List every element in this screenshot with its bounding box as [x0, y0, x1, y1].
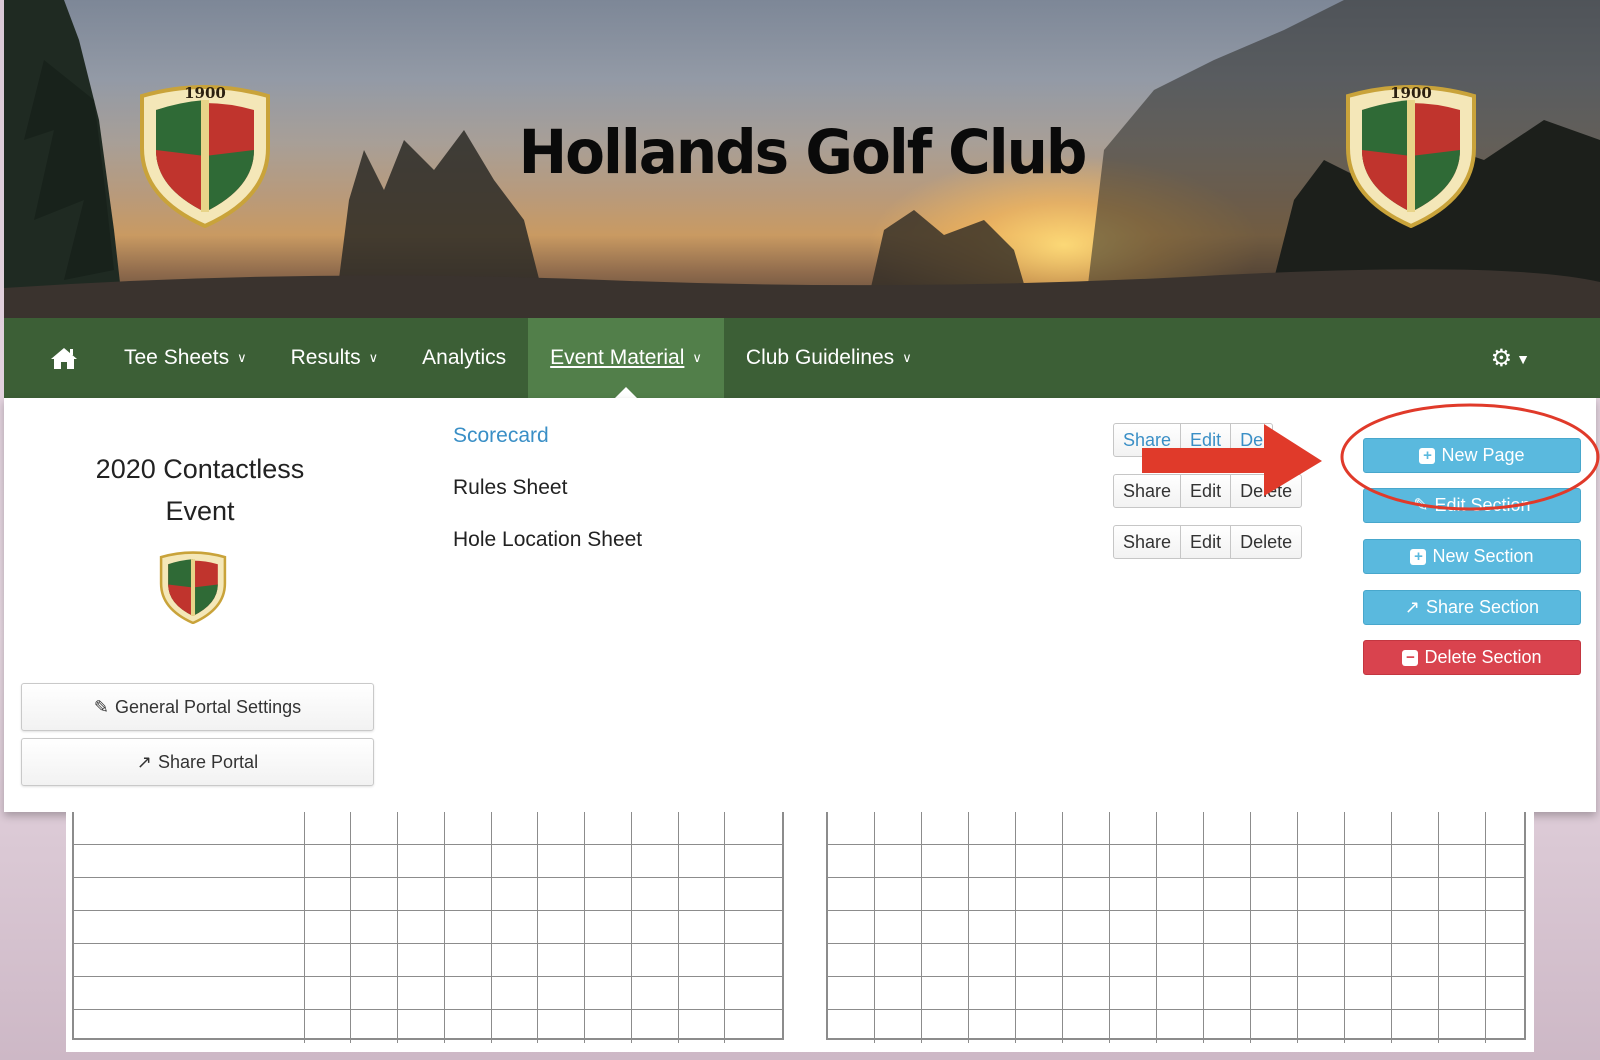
hills	[4, 269, 1600, 318]
chevron-down-icon: ∨	[237, 350, 247, 365]
new-section-button[interactable]: + New Section	[1363, 539, 1581, 574]
plus-square-icon: +	[1419, 447, 1436, 464]
edit-section-button[interactable]: ✎ Edit Section	[1363, 488, 1581, 523]
gears-icon: ⚙	[1490, 345, 1513, 372]
nav-club-guidelines[interactable]: Club Guidelines ∨	[724, 318, 934, 398]
chevron-down-icon: ∨	[692, 350, 702, 365]
button-label: Share Section	[1426, 597, 1540, 617]
header-banner: 1900 Hollands Golf Club 1900	[4, 0, 1600, 318]
share-page-button[interactable]: Share	[1114, 526, 1182, 558]
general-portal-settings-button[interactable]: ✎ General Portal Settings	[21, 683, 374, 731]
club-crest-right: 1900	[1346, 84, 1476, 228]
caret-down-icon: ▼	[1516, 350, 1530, 367]
main-navbar: Tee Sheets ∨ Results ∨ Analytics Event M…	[4, 318, 1600, 398]
page-link-scorecard[interactable]: Scorecard	[453, 424, 549, 448]
nav-label: Event Material	[550, 346, 685, 369]
nav-analytics[interactable]: Analytics	[400, 318, 528, 398]
nav-label: Results	[290, 346, 361, 369]
nav-label: Analytics	[422, 346, 507, 369]
chevron-down-icon: ∨	[368, 350, 379, 365]
share-section-button[interactable]: ↗ Share Section	[1363, 590, 1581, 625]
nav-label: Club Guidelines	[745, 346, 895, 369]
row-actions-scorecard: Share Edit De	[1113, 423, 1274, 457]
nav-event-material[interactable]: Event Material ∨	[528, 318, 724, 398]
event-material-panel: 2020 Contactless Event ✎ General Portal …	[4, 398, 1596, 812]
row-actions-hole-location-sheet: Share Edit Delete	[1113, 525, 1303, 559]
page-link-rules-sheet[interactable]: Rules Sheet	[453, 476, 567, 500]
delete-page-button[interactable]: Delete	[1231, 526, 1301, 558]
share-page-button[interactable]: Share	[1114, 475, 1182, 507]
page-link-hole-location-sheet[interactable]: Hole Location Sheet	[453, 528, 642, 552]
share-icon: ↗	[136, 751, 153, 772]
plus-square-icon: +	[1410, 548, 1427, 565]
edit-page-button[interactable]: Edit	[1181, 475, 1232, 507]
delete-page-button[interactable]: De	[1231, 424, 1272, 456]
share-portal-button[interactable]: ↗ Share Portal	[21, 738, 374, 786]
new-page-button[interactable]: + New Page	[1363, 438, 1581, 473]
svg-text:1900: 1900	[184, 84, 226, 102]
nav-tee-sheets[interactable]: Tee Sheets ∨	[102, 318, 269, 398]
button-label: New Section	[1432, 546, 1534, 566]
home-icon	[51, 348, 77, 369]
button-label: Share Portal	[158, 751, 259, 772]
settings-menu[interactable]: ⚙ ▼	[1491, 344, 1530, 373]
scorecard-preview	[66, 812, 1534, 1052]
edit-page-button[interactable]: Edit	[1181, 526, 1232, 558]
scorecard-grid-front	[72, 812, 784, 1043]
scorecard-grid-back	[826, 812, 1526, 1043]
edit-page-button[interactable]: Edit	[1181, 424, 1232, 456]
row-actions-rules-sheet: Share Edit Delete	[1113, 474, 1303, 508]
portal-title: 2020 Contactless Event	[95, 454, 305, 526]
nav-home[interactable]	[4, 318, 102, 398]
chevron-down-icon: ∨	[902, 350, 912, 365]
delete-section-button[interactable]: − Delete Section	[1363, 640, 1581, 675]
svg-text:1900: 1900	[1390, 84, 1432, 102]
share-icon: ↗	[1404, 597, 1420, 617]
nav-label: Tee Sheets	[124, 346, 230, 369]
edit-icon: ✎	[1413, 495, 1429, 515]
nav-results[interactable]: Results ∨	[269, 318, 401, 398]
share-page-button[interactable]: Share	[1114, 424, 1182, 456]
minus-square-icon: −	[1402, 649, 1419, 666]
delete-page-button[interactable]: Delete	[1231, 475, 1301, 507]
button-label: New Page	[1441, 445, 1525, 465]
button-label: Edit Section	[1434, 495, 1531, 515]
portal-crest	[159, 551, 227, 624]
button-label: Delete Section	[1424, 647, 1542, 667]
edit-icon: ✎	[93, 696, 109, 717]
button-label: General Portal Settings	[114, 696, 302, 717]
